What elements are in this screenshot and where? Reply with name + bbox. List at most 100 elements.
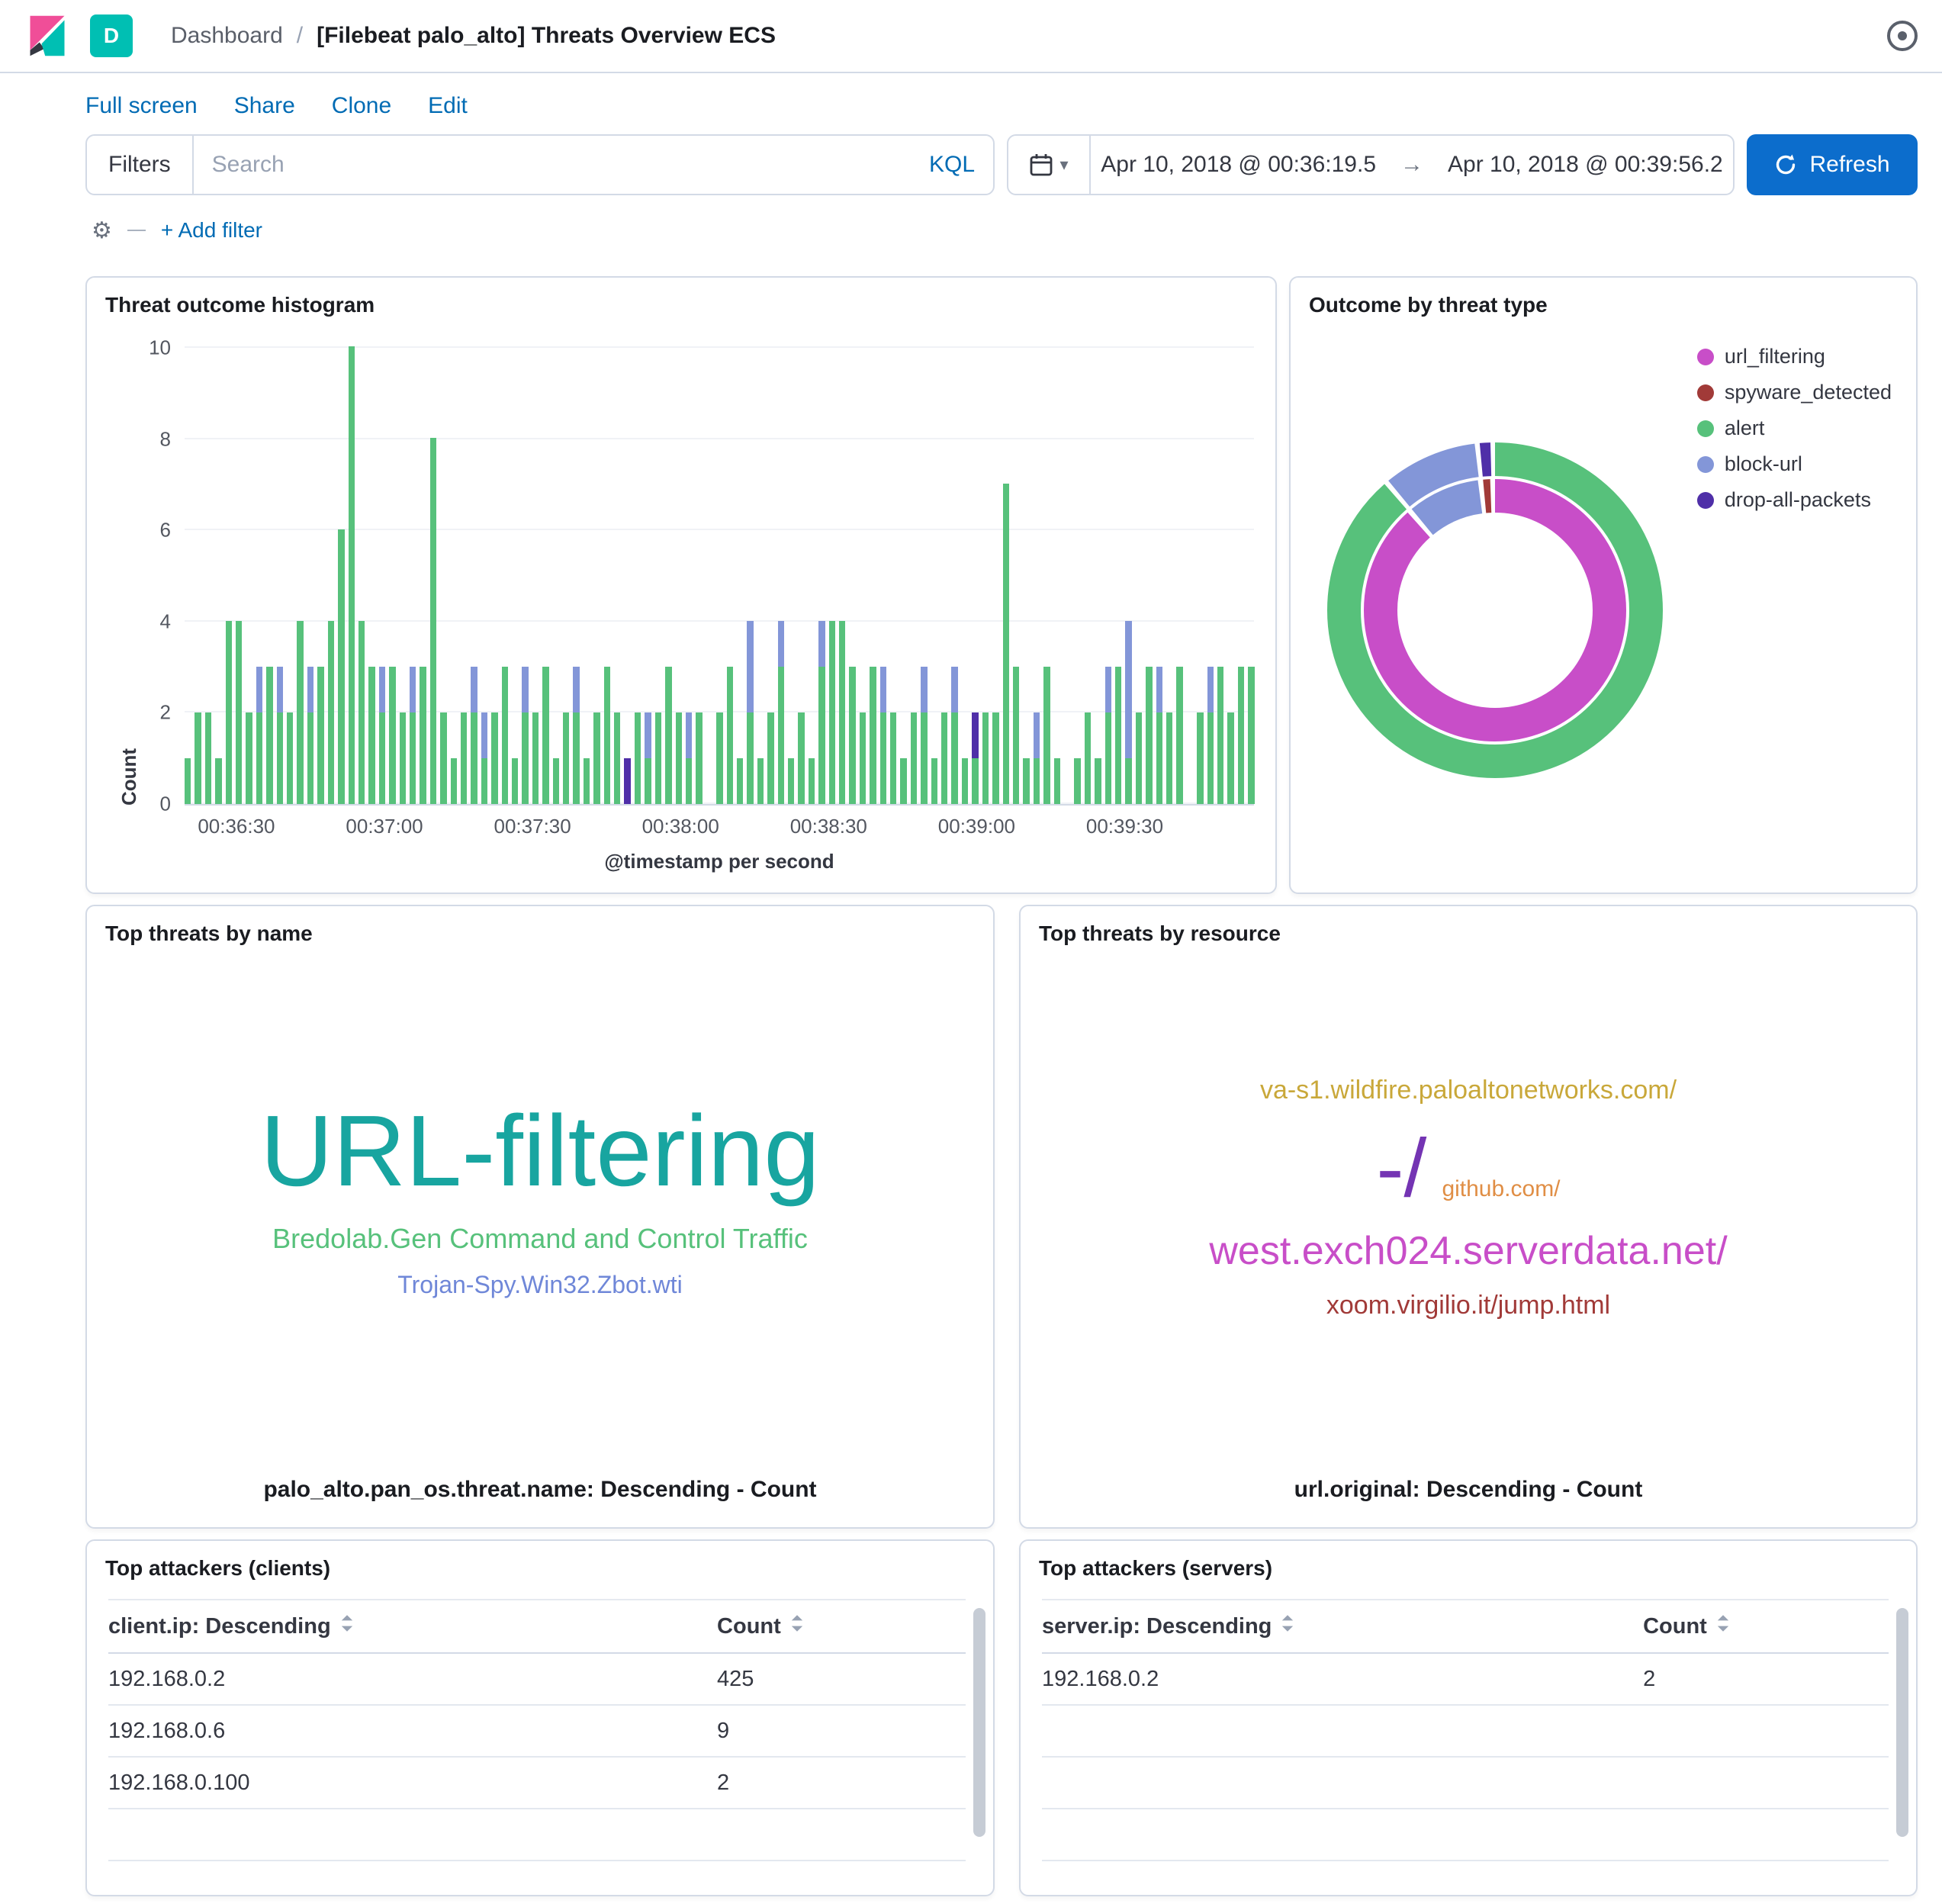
tagcloud-word[interactable]: Trojan-Spy.Win32.Zbot.wti	[397, 1272, 682, 1298]
histogram-bar[interactable]	[236, 621, 242, 804]
panel-title[interactable]: Top attackers (servers)	[1021, 1541, 1916, 1581]
histogram-bar[interactable]	[1248, 667, 1254, 804]
histogram-bar[interactable]	[1125, 621, 1131, 804]
full-screen-link[interactable]: Full screen	[85, 93, 198, 119]
histogram-bar[interactable]	[624, 758, 630, 804]
tagcloud-word[interactable]: west.exch024.serverdata.net/	[1209, 1230, 1727, 1272]
histogram-bar[interactable]	[1227, 712, 1233, 804]
histogram-bar[interactable]	[829, 621, 835, 804]
histogram-bar[interactable]	[1085, 712, 1091, 804]
histogram-bar[interactable]	[440, 712, 446, 804]
share-link[interactable]: Share	[234, 93, 295, 119]
histogram-bar[interactable]	[246, 712, 252, 804]
histogram-bar[interactable]	[737, 758, 743, 804]
histogram-bar[interactable]	[1176, 667, 1182, 804]
histogram-bar[interactable]	[410, 667, 416, 804]
histogram-bar[interactable]	[185, 758, 191, 804]
histogram-bar[interactable]	[962, 758, 968, 804]
legend-item-block-url[interactable]: block-url	[1697, 452, 1892, 476]
space-badge[interactable]: D	[90, 14, 133, 57]
histogram-bar[interactable]	[542, 667, 548, 804]
tagcloud-word[interactable]: va-s1.wildfire.paloaltonetworks.com/	[1260, 1077, 1677, 1105]
histogram-bar[interactable]	[1023, 758, 1029, 804]
histogram-bar[interactable]	[491, 712, 497, 804]
column-header-sort-button[interactable]: server.ip: Descending	[1042, 1613, 1643, 1639]
histogram-bar[interactable]	[338, 529, 344, 804]
edit-link[interactable]: Edit	[428, 93, 468, 119]
date-from[interactable]: Apr 10, 2018 @ 00:36:19.5	[1101, 152, 1376, 178]
breadcrumb-dashboard[interactable]: Dashboard	[171, 23, 283, 49]
histogram-bar[interactable]	[297, 621, 303, 804]
histogram-bar[interactable]	[379, 667, 385, 804]
histogram-bar[interactable]	[1034, 712, 1040, 804]
add-filter-link[interactable]: + Add filter	[161, 218, 262, 243]
histogram-bar[interactable]	[307, 667, 313, 804]
histogram-bar[interactable]	[686, 712, 692, 804]
histogram-bar[interactable]	[972, 712, 978, 804]
panel-title[interactable]: Threat outcome histogram	[87, 278, 1275, 317]
histogram-bar[interactable]	[798, 712, 804, 804]
histogram-bar[interactable]	[665, 667, 671, 804]
histogram-bar[interactable]	[1115, 667, 1121, 804]
histogram-bar[interactable]	[788, 758, 794, 804]
histogram-bar[interactable]	[604, 667, 610, 804]
histogram-bar[interactable]	[655, 712, 661, 804]
histogram-bar[interactable]	[266, 667, 272, 804]
legend-item-alert[interactable]: alert	[1697, 416, 1892, 440]
refresh-button[interactable]: Refresh	[1747, 134, 1918, 195]
histogram-bar[interactable]	[430, 438, 436, 804]
histogram-bar[interactable]	[1197, 712, 1203, 804]
histogram-bar[interactable]	[727, 667, 733, 804]
histogram-bar[interactable]	[1074, 758, 1080, 804]
tagcloud-word[interactable]: Bredolab.Gen Command and Control Traffic	[272, 1224, 808, 1253]
histogram-bar[interactable]	[368, 667, 375, 804]
histogram-bar[interactable]	[757, 758, 764, 804]
panel-title[interactable]: Top attackers (clients)	[87, 1541, 993, 1581]
histogram-bar[interactable]	[420, 667, 426, 804]
histogram-bar[interactable]	[1166, 712, 1172, 804]
histogram-bar[interactable]	[277, 667, 283, 804]
histogram-bar[interactable]	[256, 667, 262, 804]
panel-title[interactable]: Top threats by name	[87, 906, 993, 946]
histogram-bar[interactable]	[400, 712, 406, 804]
histogram-bar[interactable]	[317, 667, 323, 804]
donut-segment-url_filtering[interactable]	[1381, 496, 1609, 725]
histogram-bar[interactable]	[593, 712, 600, 804]
kibana-logo[interactable]	[24, 13, 70, 59]
histogram-bar[interactable]	[635, 712, 641, 804]
histogram-bar[interactable]	[1003, 484, 1009, 804]
histogram-bar[interactable]	[1136, 712, 1142, 804]
histogram-bar[interactable]	[921, 667, 927, 804]
histogram-bar[interactable]	[982, 712, 989, 804]
histogram-bar[interactable]	[1156, 667, 1162, 804]
histogram-bar[interactable]	[532, 712, 539, 804]
histogram-bar[interactable]	[389, 667, 395, 804]
histogram-bar[interactable]	[584, 758, 590, 804]
histogram-bar[interactable]	[890, 712, 896, 804]
column-header-sort-button[interactable]: Count	[1643, 1613, 1889, 1639]
histogram-bar[interactable]	[900, 758, 906, 804]
histogram-bar[interactable]	[451, 758, 457, 804]
column-header-sort-button[interactable]: Count	[717, 1613, 966, 1639]
histogram-bar[interactable]	[849, 667, 855, 804]
histogram-bar[interactable]	[287, 712, 293, 804]
histogram-bar[interactable]	[1105, 667, 1111, 804]
histogram-bar[interactable]	[992, 712, 998, 804]
histogram-bar[interactable]	[481, 712, 487, 804]
histogram-bar[interactable]	[502, 667, 508, 804]
histogram-bar[interactable]	[461, 712, 467, 804]
date-to[interactable]: Apr 10, 2018 @ 00:39:56.2	[1448, 152, 1723, 178]
histogram-bar[interactable]	[1217, 667, 1223, 804]
histogram-bar[interactable]	[951, 667, 957, 804]
histogram-bar[interactable]	[226, 621, 232, 804]
tagcloud-word[interactable]: xoom.virgilio.it/jump.html	[1326, 1292, 1610, 1320]
kql-selector[interactable]: KQL	[929, 152, 975, 178]
histogram-bar[interactable]	[349, 346, 355, 804]
histogram-bar[interactable]	[471, 667, 477, 804]
histogram-bar[interactable]	[1207, 667, 1214, 804]
histogram-bar[interactable]	[573, 667, 579, 804]
histogram-bar[interactable]	[911, 712, 917, 804]
histogram-bar[interactable]	[839, 621, 845, 804]
histogram-bar[interactable]	[1054, 758, 1060, 804]
histogram-bar[interactable]	[778, 621, 784, 804]
